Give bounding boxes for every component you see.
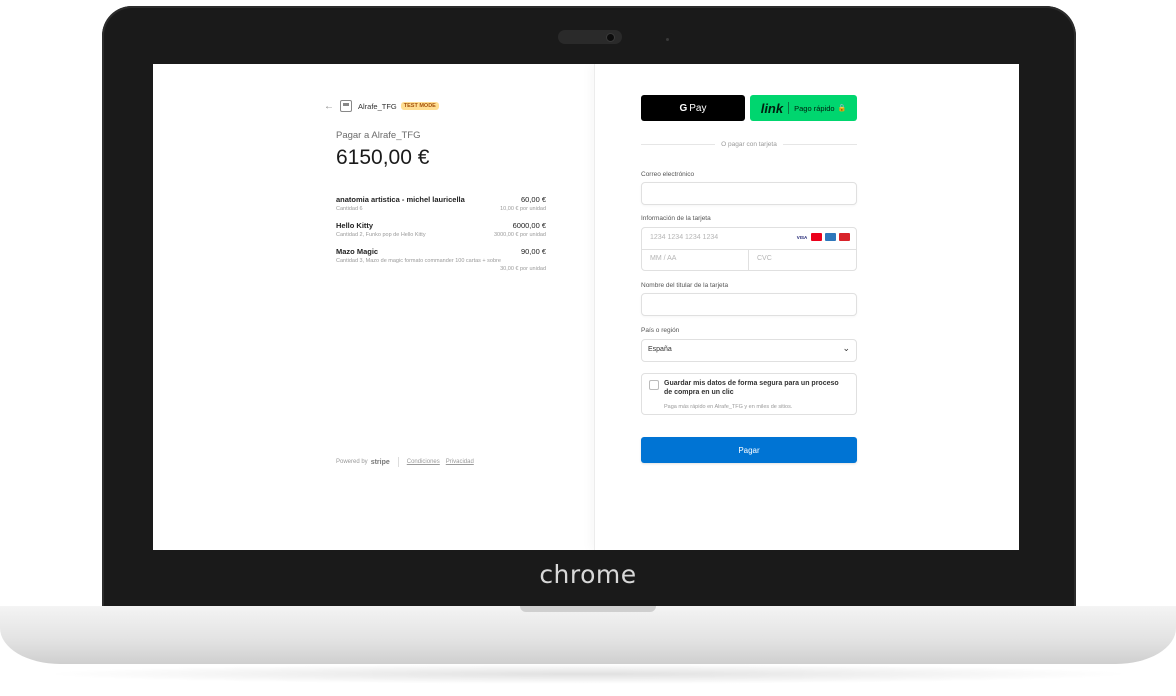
country-label: País o región	[641, 327, 680, 334]
expiry-placeholder: MM / AA	[650, 255, 677, 262]
item-name: Mazo Magic	[336, 247, 379, 256]
line-items: anatomia artistica - michel lauricella 6…	[336, 195, 546, 281]
item-name: anatomia artistica - michel lauricella	[336, 195, 465, 204]
gpay-label: Pay	[689, 102, 707, 114]
line-item: Mazo Magic 90,00 € Cantidad 3, Mazo de m…	[336, 247, 546, 272]
item-name: Hello Kitty	[336, 221, 374, 230]
merchant-logo-icon	[340, 100, 352, 112]
stripe-logo[interactable]: stripe	[371, 459, 390, 466]
cardholder-name-field[interactable]	[641, 293, 857, 316]
link-logo: link	[760, 100, 784, 116]
merchant-header: ← Alrafe_TFG TEST MODE	[324, 99, 439, 113]
cvc-placeholder: CVC	[757, 255, 772, 262]
item-detail: Cantidad 6	[336, 206, 363, 212]
cardholder-name-label: Nombre del titular de la tarjeta	[641, 282, 729, 289]
card-brands: VISA	[796, 233, 850, 241]
item-unit-price: 30,00 € por unidad	[500, 266, 546, 272]
or-divider-text: O pagar con tarjeta	[721, 141, 777, 148]
save-info-subtitle: Paga más rápido en Alrafe_TFG y en miles…	[664, 404, 793, 410]
expiry-field[interactable]: MM / AA	[642, 249, 749, 270]
cvc-field[interactable]: CVC	[749, 249, 856, 270]
line-item: Hello Kitty 6000,00 € Cantidad 2, Funko …	[336, 221, 546, 238]
card-input-group: 1234 1234 1234 1234 VISA MM / AA CVC	[641, 227, 857, 271]
mastercard-icon	[811, 233, 822, 241]
link-divider	[788, 102, 790, 114]
country-select[interactable]: España ⌄	[641, 339, 857, 362]
google-g-icon: G	[679, 102, 688, 114]
camera-icon	[607, 34, 614, 41]
laptop-hinge-notch	[520, 606, 656, 612]
google-pay-button[interactable]: G Pay	[641, 95, 745, 121]
camera-indicator	[666, 38, 669, 41]
link-label: Pago rápido	[794, 103, 835, 113]
save-info-title: Guardar mis datos de forma segura para u…	[664, 380, 839, 396]
item-unit-price: 3000,00 € por unidad	[494, 232, 546, 238]
email-field[interactable]	[641, 182, 857, 205]
email-label: Correo electrónico	[641, 171, 695, 178]
laptop-base	[0, 606, 1176, 664]
merchant-name: Alrafe_TFG	[358, 101, 397, 111]
laptop-shadow	[40, 664, 1136, 684]
save-info-option[interactable]: Guardar mis datos de forma segura para u…	[641, 373, 857, 415]
arrow-left-icon[interactable]: ←	[324, 101, 338, 112]
item-price: 6000,00 €	[512, 221, 546, 230]
item-detail: Cantidad 3, Mazo de magic formato comman…	[336, 258, 501, 264]
card-info-label: Información de la tarjeta	[641, 215, 711, 222]
order-summary-pane: ← Alrafe_TFG TEST MODE Pagar a Alrafe_TF…	[153, 64, 594, 550]
item-price: 90,00 €	[520, 247, 546, 256]
item-unit-price: 10,00 € por unidad	[500, 206, 546, 212]
checkout-footer: Powered by stripe Condiciones Privacidad	[336, 457, 480, 467]
lock-icon: 🔒	[837, 105, 847, 112]
pay-to-label: Pagar a Alrafe_TFG	[336, 130, 421, 141]
powered-by-label: Powered by	[336, 459, 368, 465]
unionpay-icon	[839, 233, 850, 241]
card-number-field[interactable]: 1234 1234 1234 1234 VISA	[642, 228, 856, 250]
save-info-checkbox[interactable]	[649, 380, 659, 390]
item-detail: Cantidad 2, Funko pop de Hello Kitty	[336, 232, 426, 238]
amex-icon	[825, 233, 836, 241]
device-brand-label: chrome	[539, 560, 637, 589]
checkout-screen: ← Alrafe_TFG TEST MODE Pagar a Alrafe_TF…	[153, 64, 1019, 550]
or-divider: O pagar con tarjeta	[641, 141, 857, 148]
visa-icon: VISA	[796, 233, 808, 241]
privacy-link[interactable]: Privacidad	[446, 459, 474, 465]
card-number-placeholder: 1234 1234 1234 1234	[650, 234, 719, 241]
total-amount: 6150,00 €	[336, 146, 430, 169]
terms-link[interactable]: Condiciones	[407, 459, 440, 465]
pay-button[interactable]: Pagar	[641, 437, 857, 463]
payment-form-pane: G Pay link Pago rápido 🔒 O pagar con tar…	[594, 64, 1019, 550]
chevron-down-icon: ⌄	[842, 343, 850, 353]
link-pay-button[interactable]: link Pago rápido 🔒	[750, 95, 857, 121]
country-value: España	[648, 346, 672, 353]
test-mode-badge: TEST MODE	[400, 102, 439, 110]
line-item: anatomia artistica - michel lauricella 6…	[336, 195, 546, 212]
footer-divider	[397, 457, 399, 467]
item-price: 60,00 €	[520, 195, 546, 204]
